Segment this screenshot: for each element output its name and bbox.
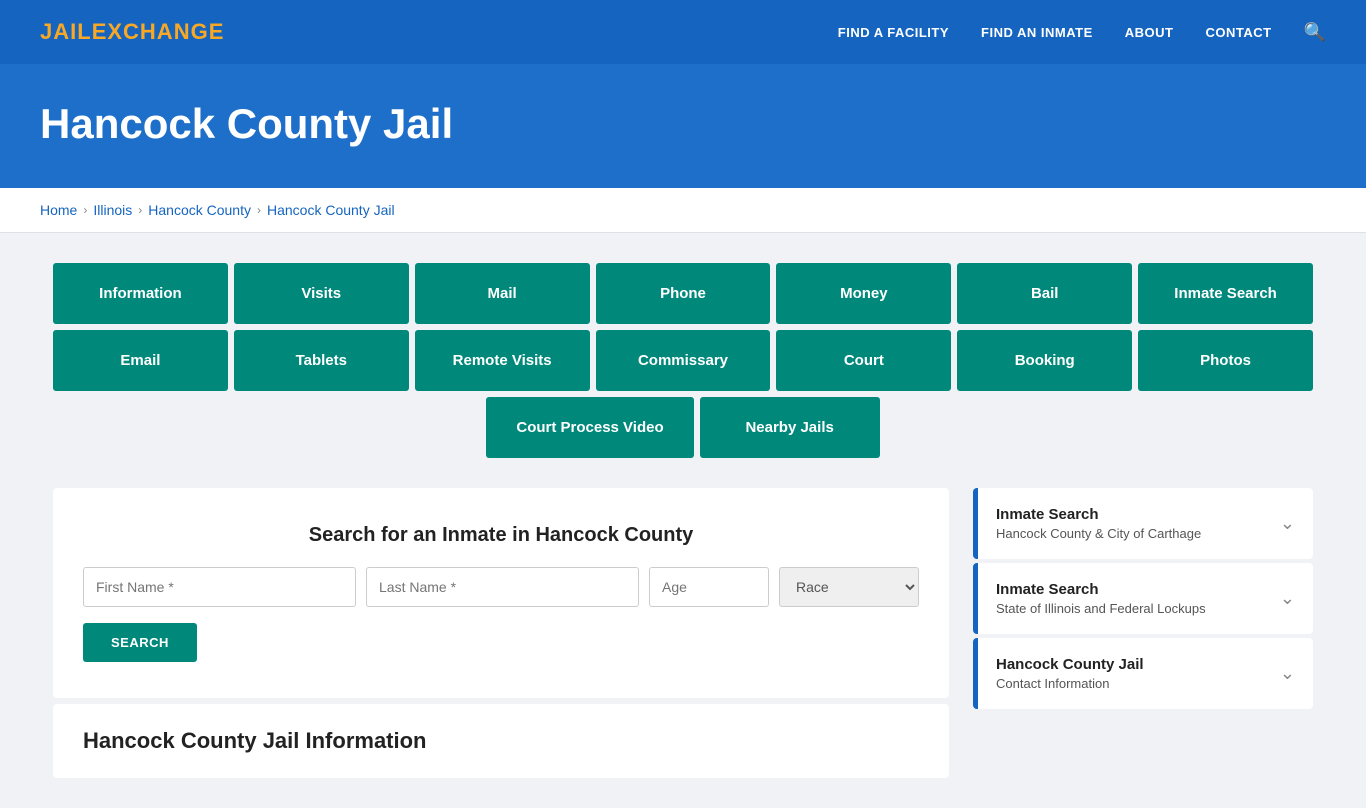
last-name-input[interactable] bbox=[366, 567, 639, 607]
search-title: Search for an Inmate in Hancock County bbox=[83, 524, 919, 547]
logo-exchange: EXCHANGE bbox=[92, 19, 225, 44]
breadcrumb-sep-3: › bbox=[257, 203, 261, 217]
nav-search-icon[interactable]: 🔍 bbox=[1304, 22, 1326, 43]
button-grid-row1: Information Visits Mail Phone Money Bail… bbox=[53, 263, 1313, 324]
sidebar-card-0-title: Inmate Search bbox=[996, 506, 1201, 523]
nav-find-inmate[interactable]: FIND AN INMATE bbox=[981, 25, 1093, 40]
button-grid-row2: Email Tablets Remote Visits Commissary C… bbox=[53, 330, 1313, 391]
info-section: Hancock County Jail Information bbox=[53, 704, 949, 778]
breadcrumb-illinois[interactable]: Illinois bbox=[93, 202, 132, 218]
nav-links: FIND A FACILITY FIND AN INMATE ABOUT CON… bbox=[838, 22, 1326, 43]
breadcrumb-bar: Home › Illinois › Hancock County › Hanco… bbox=[0, 188, 1366, 233]
navbar: JAILEXCHANGE FIND A FACILITY FIND AN INM… bbox=[0, 0, 1366, 64]
site-logo[interactable]: JAILEXCHANGE bbox=[40, 19, 224, 45]
btn-booking[interactable]: Booking bbox=[957, 330, 1132, 391]
btn-photos[interactable]: Photos bbox=[1138, 330, 1313, 391]
breadcrumb-sep-2: › bbox=[138, 203, 142, 217]
nav-find-facility[interactable]: FIND A FACILITY bbox=[838, 25, 949, 40]
main-content: Information Visits Mail Phone Money Bail… bbox=[33, 233, 1333, 808]
btn-nearby-jails[interactable]: Nearby Jails bbox=[700, 397, 880, 458]
race-select[interactable]: Race White Black Hispanic Asian Other bbox=[779, 567, 919, 607]
age-input[interactable] bbox=[649, 567, 769, 607]
first-name-input[interactable] bbox=[83, 567, 356, 607]
breadcrumb-current: Hancock County Jail bbox=[267, 202, 395, 218]
sidebar-card-2-subtitle: Contact Information bbox=[996, 676, 1144, 691]
search-fields: Race White Black Hispanic Asian Other bbox=[83, 567, 919, 607]
chevron-down-icon-2: ⌄ bbox=[1280, 663, 1295, 684]
search-panel: Search for an Inmate in Hancock County R… bbox=[53, 488, 949, 698]
btn-inmate-search[interactable]: Inmate Search bbox=[1138, 263, 1313, 324]
btn-information[interactable]: Information bbox=[53, 263, 228, 324]
sidebar-card-1-subtitle: State of Illinois and Federal Lockups bbox=[996, 601, 1206, 616]
logo-jail: JAIL bbox=[40, 19, 92, 44]
sidebar-card-0-subtitle: Hancock County & City of Carthage bbox=[996, 526, 1201, 541]
breadcrumb-hancock-county[interactable]: Hancock County bbox=[148, 202, 251, 218]
btn-remote-visits[interactable]: Remote Visits bbox=[415, 330, 590, 391]
chevron-down-icon-0: ⌄ bbox=[1280, 513, 1295, 534]
sidebar-card-2[interactable]: Hancock County Jail Contact Information … bbox=[973, 638, 1313, 709]
sidebar-card-2-title: Hancock County Jail bbox=[996, 656, 1144, 673]
button-grid-row3: Court Process Video Nearby Jails bbox=[53, 397, 1313, 458]
nav-about[interactable]: ABOUT bbox=[1125, 25, 1174, 40]
btn-court-process-video[interactable]: Court Process Video bbox=[486, 397, 693, 458]
hero-section: Hancock County Jail bbox=[0, 64, 1366, 188]
btn-court[interactable]: Court bbox=[776, 330, 951, 391]
btn-money[interactable]: Money bbox=[776, 263, 951, 324]
nav-contact[interactable]: CONTACT bbox=[1205, 25, 1271, 40]
sidebar: Inmate Search Hancock County & City of C… bbox=[973, 488, 1313, 713]
chevron-down-icon-1: ⌄ bbox=[1280, 588, 1295, 609]
btn-mail[interactable]: Mail bbox=[415, 263, 590, 324]
sidebar-card-0[interactable]: Inmate Search Hancock County & City of C… bbox=[973, 488, 1313, 559]
breadcrumb: Home › Illinois › Hancock County › Hanco… bbox=[40, 202, 1326, 218]
btn-email[interactable]: Email bbox=[53, 330, 228, 391]
content-row: Search for an Inmate in Hancock County R… bbox=[53, 488, 1313, 778]
btn-phone[interactable]: Phone bbox=[596, 263, 771, 324]
breadcrumb-sep-1: › bbox=[83, 203, 87, 217]
btn-commissary[interactable]: Commissary bbox=[596, 330, 771, 391]
btn-bail[interactable]: Bail bbox=[957, 263, 1132, 324]
sidebar-card-1-title: Inmate Search bbox=[996, 581, 1206, 598]
btn-visits[interactable]: Visits bbox=[234, 263, 409, 324]
breadcrumb-home[interactable]: Home bbox=[40, 202, 77, 218]
sidebar-card-1[interactable]: Inmate Search State of Illinois and Fede… bbox=[973, 563, 1313, 634]
page-title: Hancock County Jail bbox=[40, 100, 1326, 148]
info-title: Hancock County Jail Information bbox=[83, 728, 919, 754]
search-button[interactable]: SEARCH bbox=[83, 623, 197, 662]
btn-tablets[interactable]: Tablets bbox=[234, 330, 409, 391]
